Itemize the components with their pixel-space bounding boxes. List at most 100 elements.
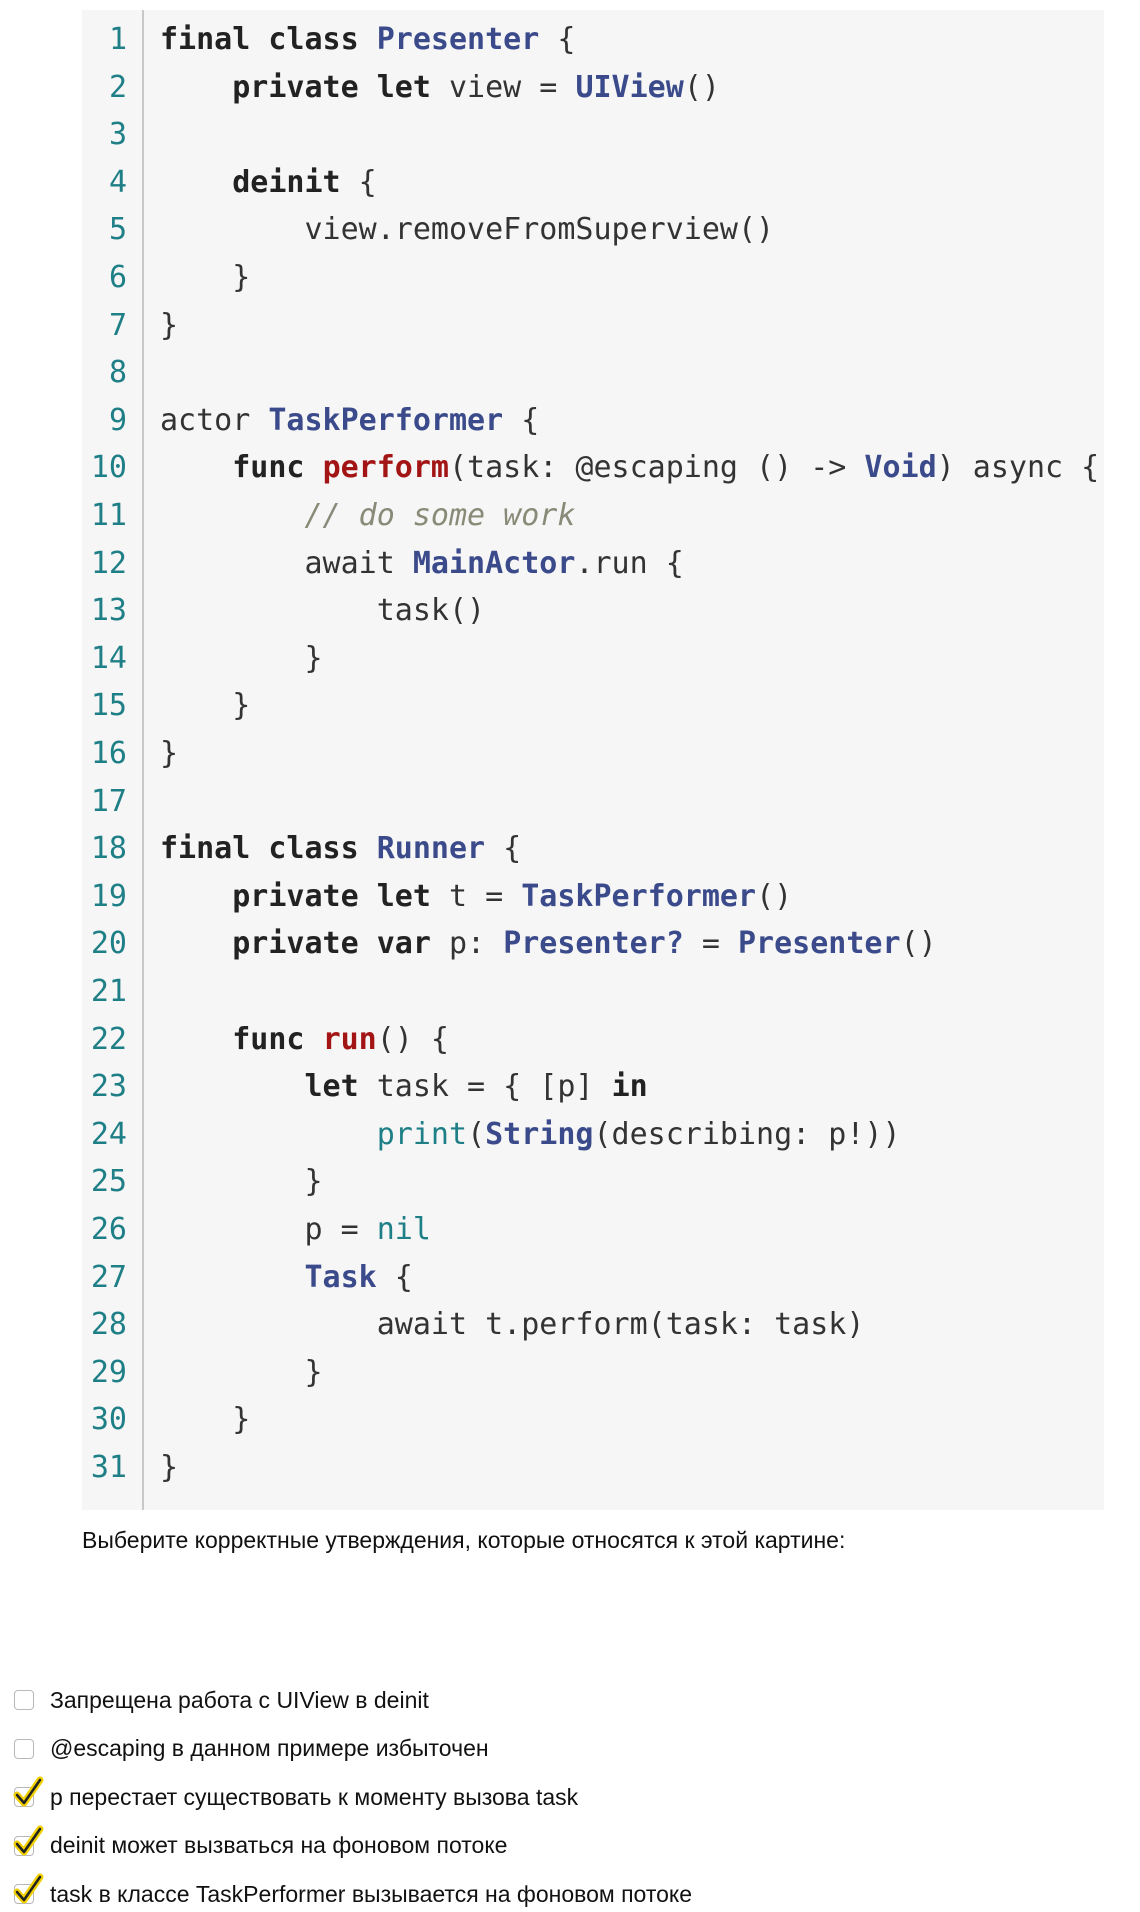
answer-option-label: deinit может вызваться на фоновом потоке bbox=[50, 1832, 508, 1858]
line-number: 10 bbox=[90, 450, 127, 486]
code-text: func run() { bbox=[160, 1016, 449, 1064]
checkbox-unchecked[interactable] bbox=[14, 1690, 34, 1710]
line-number: 19 bbox=[90, 878, 127, 914]
answer-option-label: Запрещена работа с UIView в deinit bbox=[50, 1686, 429, 1713]
answer-option[interactable]: deinit может вызваться на фоновом потоке bbox=[13, 1825, 508, 1863]
code-token: (task: @escaping () -> bbox=[449, 450, 865, 486]
code-token: .run { bbox=[575, 545, 684, 581]
line-number: 5 bbox=[108, 212, 127, 248]
code-text: final class Runner { bbox=[160, 825, 521, 873]
checkbox-checked[interactable] bbox=[13, 1873, 44, 1904]
code-type: String bbox=[485, 1116, 594, 1152]
line-number: 16 bbox=[90, 736, 127, 771]
question-text: Выберите корректные утверждения, которые… bbox=[82, 1527, 846, 1553]
line-number: 29 bbox=[90, 1354, 127, 1390]
checkmark-icon bbox=[13, 1825, 44, 1855]
code-text: } bbox=[160, 1158, 323, 1206]
checkbox-unchecked[interactable] bbox=[14, 1738, 34, 1759]
code-text: print(String(describing: p!)) bbox=[160, 1111, 901, 1159]
code-function-name: run bbox=[322, 1021, 377, 1057]
code-token: = bbox=[683, 926, 738, 962]
answer-option-label: p перестает существовать к моменту вызов… bbox=[50, 1783, 579, 1810]
code-comment: // do some work bbox=[304, 498, 576, 533]
code-type: Presenter bbox=[376, 22, 540, 57]
line-number: 4 bbox=[108, 164, 127, 200]
code-token: () bbox=[900, 926, 937, 962]
code-token: } bbox=[160, 688, 251, 724]
code-text: private var p: Presenter? = Presenter() bbox=[160, 920, 937, 968]
code-token: } bbox=[160, 1450, 179, 1485]
code-text: } bbox=[160, 730, 178, 778]
code-token: await t.perform(task: task) bbox=[160, 1307, 865, 1343]
code-keyword: final class bbox=[160, 831, 377, 867]
code-text: } bbox=[160, 254, 250, 302]
code-text: Task { bbox=[160, 1254, 413, 1302]
line-number: 31 bbox=[90, 1450, 127, 1485]
code-type: Presenter bbox=[738, 926, 901, 962]
code-token: task = { [p] bbox=[376, 1069, 612, 1105]
code-token: } bbox=[160, 1354, 323, 1390]
code-text: await t.perform(task: task) bbox=[160, 1301, 865, 1349]
code-token: { bbox=[485, 831, 522, 867]
code-type: MainActor bbox=[412, 545, 576, 581]
line-number: 3 bbox=[108, 117, 127, 153]
code-text: } bbox=[160, 302, 178, 350]
code-text: } bbox=[160, 635, 322, 683]
code-text: func perform(task: @escaping () -> Void)… bbox=[160, 444, 1099, 492]
code-token: ( bbox=[467, 1116, 486, 1152]
code-type: TaskPerformer bbox=[268, 402, 504, 438]
code-block: 1 final class Presenter {2 private let vi… bbox=[82, 10, 1104, 1510]
line-number: 21 bbox=[90, 974, 127, 1009]
answer-option[interactable]: task в классе TaskPerformer вызывается н… bbox=[13, 1873, 692, 1911]
answer-option[interactable]: p перестает существовать к моменту вызов… bbox=[13, 1776, 579, 1814]
line-number: 17 bbox=[90, 783, 127, 819]
line-number: 18 bbox=[90, 831, 127, 867]
checkmark-icon bbox=[13, 1776, 44, 1807]
code-text: let task = { [p] in bbox=[160, 1063, 648, 1111]
code-type: Presenter? bbox=[503, 926, 684, 962]
code-type: TaskPerformer bbox=[521, 878, 757, 914]
code-keyword: private let bbox=[232, 69, 449, 105]
answer-option[interactable]: @escaping в данном примере избыточен bbox=[14, 1732, 489, 1766]
code-text: private let view = UIView() bbox=[160, 64, 720, 112]
checkmark-icon bbox=[13, 1873, 44, 1904]
code-type: Task bbox=[304, 1259, 377, 1295]
line-number: 8 bbox=[108, 355, 127, 391]
line-number: 14 bbox=[90, 640, 127, 676]
code-token: } bbox=[160, 1164, 323, 1200]
code-text: private let t = TaskPerformer() bbox=[160, 873, 792, 921]
line-number: 27 bbox=[90, 1259, 127, 1295]
code-text: view.removeFromSuperview() bbox=[160, 206, 774, 254]
code-keyword: in bbox=[611, 1069, 648, 1105]
code-token: view = bbox=[449, 69, 576, 105]
line-number: 1 bbox=[108, 22, 127, 57]
checkbox-checked[interactable] bbox=[13, 1776, 44, 1807]
code-text: deinit { bbox=[160, 159, 377, 207]
line-number: 20 bbox=[90, 926, 127, 962]
code-keyword: private var bbox=[232, 926, 449, 962]
code-token: actor bbox=[160, 402, 269, 438]
code-builtin: nil bbox=[376, 1212, 431, 1247]
code-text: await MainActor.run { bbox=[160, 540, 684, 588]
code-text: p = nil bbox=[160, 1206, 431, 1254]
code-token: p = bbox=[160, 1212, 377, 1247]
code-text: final class Presenter { bbox=[160, 16, 575, 64]
code-type: Runner bbox=[376, 831, 486, 867]
checkbox-checked[interactable] bbox=[13, 1825, 44, 1856]
code-token: { bbox=[503, 402, 540, 438]
code-token: } bbox=[160, 260, 251, 295]
code-token: { bbox=[340, 164, 377, 200]
code-keyword: final class bbox=[160, 22, 377, 57]
line-number: 11 bbox=[90, 498, 127, 533]
line-number: 6 bbox=[108, 260, 127, 295]
answer-option[interactable]: Запрещена работа с UIView в deinit bbox=[14, 1683, 429, 1717]
code-text: } bbox=[160, 1349, 323, 1397]
code-type: Void bbox=[864, 450, 937, 486]
line-number: 12 bbox=[90, 545, 127, 581]
